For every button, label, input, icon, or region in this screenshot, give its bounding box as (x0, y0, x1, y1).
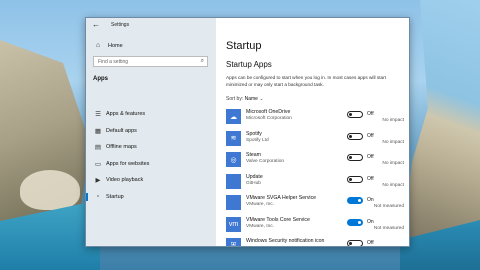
toggle-state-label: Off (367, 111, 374, 117)
sort-by-dropdown[interactable]: Sort by: Name ⌄ (226, 96, 264, 102)
sidebar-item-apps-features[interactable]: ☰ Apps & features (86, 108, 216, 120)
spotify-icon: ≋ (226, 130, 241, 146)
website-icon: ▭ (94, 160, 102, 168)
desktop-wallpaper-beach (20, 170, 80, 210)
toggle-knob (349, 134, 352, 138)
sidebar-item-video-playback[interactable]: ▶ Video playback (86, 174, 216, 186)
startup-toggle[interactable] (347, 240, 363, 246)
app-publisher: VMware, Inc. (246, 223, 274, 229)
search-input[interactable]: Find a setting ⌕ (93, 56, 208, 67)
toggle-knob (349, 242, 352, 245)
app-publisher: VMware, Inc. (246, 202, 274, 207)
settings-sidebar: ⌂ Home Find a setting ⌕ Apps ☰ Apps & fea… (86, 18, 216, 246)
toggle-knob (349, 177, 352, 181)
home-icon: ⌂ (95, 42, 101, 49)
startup-app-row: ≋ Spotify Spotify Ltd Off No impact (226, 130, 406, 150)
update-icon (226, 173, 241, 189)
app-publisher: Spotify Ltd (246, 137, 269, 143)
sidebar-item-label: Apps for websites (106, 160, 150, 167)
windows-security-icon: ⛨ (226, 238, 241, 246)
toggle-knob (358, 220, 361, 224)
startup-impact: No impact (382, 139, 404, 145)
sort-by-value: Name (244, 96, 258, 102)
active-indicator (86, 110, 88, 118)
app-publisher: GitHub (246, 180, 261, 186)
steam-icon: ◎ (226, 152, 241, 167)
active-indicator (86, 160, 88, 168)
sidebar-item-label: Startup (106, 193, 124, 200)
active-indicator (86, 127, 88, 135)
app-name: Steam (246, 152, 261, 158)
chevron-down-icon: ⌄ (259, 96, 264, 102)
section-subtitle: Startup Apps (226, 60, 272, 69)
app-publisher: Microsoft Corporation (246, 116, 292, 121)
app-name: Spotify (246, 130, 262, 137)
toggle-state-label: Off (367, 240, 374, 246)
sidebar-item-label: Default apps (106, 127, 137, 134)
description-text: Apps can be configured to start when you… (226, 75, 386, 87)
startup-toggle[interactable] (347, 111, 363, 118)
sidebar-item-label: Video playback (106, 177, 144, 183)
sidebar-item-offline-maps[interactable]: ▤ Offline maps (86, 141, 216, 153)
toggle-state-label: Off (367, 154, 374, 160)
home-label: Home (108, 42, 123, 49)
app-name: Update (246, 173, 263, 180)
default-apps-icon: ▦ (94, 127, 102, 135)
startup-toggle[interactable] (347, 197, 363, 204)
startup-app-row: ◎ Steam Valve Corporation Off No impact (226, 151, 406, 171)
startup-toggle[interactable] (347, 132, 363, 140)
sidebar-item-label: Apps & features (106, 111, 146, 117)
map-icon: ▤ (94, 144, 102, 151)
settings-window: ⌂ Home Find a setting ⌕ Apps ☰ Apps & fea… (85, 17, 410, 247)
active-indicator (86, 143, 88, 151)
window-title: Settings (111, 22, 130, 28)
startup-app-row: VMware SVGA Helper Service VMware, Inc. On… (226, 194, 406, 214)
startup-impact: No impact (382, 118, 404, 123)
startup-app-row: vm VMware Tools Core Service VMware, Inc. O… (226, 216, 406, 236)
vmware-svga-icon (226, 195, 241, 210)
startup-impact: No impact (382, 161, 404, 166)
sidebar-home[interactable]: ⌂ Home (94, 42, 123, 49)
app-name: Windows Security notification icon (246, 238, 325, 244)
startup-icon: ▫ (96, 192, 100, 200)
app-name: Microsoft OneDrive (246, 109, 291, 115)
toggle-knob (349, 113, 352, 116)
toggle-state-label: Off (367, 132, 374, 139)
toggle-state-label: Off (367, 175, 374, 182)
toggle-knob (358, 199, 361, 202)
sidebar-item-startup[interactable]: ▫ Startup (86, 191, 216, 203)
startup-toggle[interactable] (347, 175, 363, 183)
active-indicator (86, 192, 88, 201)
vmware-tools-icon: vm (226, 216, 241, 232)
search-icon: ⌕ (200, 58, 204, 64)
startup-app-row: Update GitHub Off No impact (226, 173, 406, 193)
toggle-knob (349, 156, 352, 159)
search-placeholder: Find a setting (98, 59, 129, 65)
apps-list-icon: ☰ (95, 111, 101, 118)
startup-toggle[interactable] (347, 218, 363, 226)
startup-impact: No impact (382, 182, 404, 188)
startup-app-row: ⛨ Windows Security notification icon Off (226, 237, 406, 246)
active-indicator (86, 176, 88, 184)
startup-impact: Not measured (373, 225, 404, 231)
page-title: Startup (226, 40, 262, 52)
startup-app-row: ☁ Microsoft OneDrive Microsoft Corporation… (226, 108, 406, 128)
app-name: VMware SVGA Helper Service (246, 195, 317, 201)
sidebar-item-label: Offline maps (106, 144, 137, 150)
startup-toggle[interactable] (347, 154, 363, 161)
onedrive-icon: ☁ (226, 109, 241, 124)
toggle-state-label: On (367, 218, 374, 225)
sidebar-item-default-apps[interactable]: ▦ Default apps (86, 125, 216, 137)
startup-impact: Not measured (373, 204, 404, 209)
toggle-state-label: On (367, 197, 374, 203)
video-icon: ▶ (95, 177, 101, 184)
app-publisher: Valve Corporation (246, 159, 285, 164)
section-label: Apps (93, 76, 108, 82)
app-name: VMware Tools Core Service (246, 216, 310, 223)
main-content: Startup Startup Apps Apps can be configu… (216, 18, 409, 246)
back-arrow-icon[interactable]: ← (92, 20, 100, 29)
sidebar-item-apps-for-websites[interactable]: ▭ Apps for websites (86, 158, 216, 170)
sort-by-label: Sort by: (226, 96, 244, 102)
